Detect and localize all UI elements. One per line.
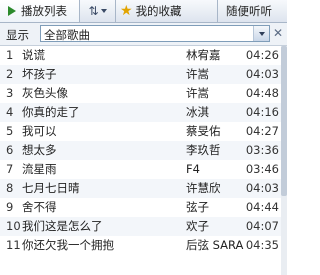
song-duration: 04:44	[245, 200, 279, 214]
song-title: 舍不得	[22, 200, 57, 214]
song-list: 1 说谎 林宥嘉 04:26 2 坏孩子 许嵩 04:03 3 灰色头像 许嵩 04:48 4 你真的走了…	[0, 46, 281, 275]
song-artist: 许慧欣	[186, 181, 221, 195]
song-artist: 欢子	[186, 219, 209, 233]
song-artist: 许嵩	[186, 67, 209, 81]
song-title: 你还欠我一个拥抱	[22, 238, 114, 252]
song-row[interactable]: 1 说谎 林宥嘉 04:26	[0, 46, 281, 65]
song-number: 4	[6, 105, 14, 119]
song-duration: 03:46	[245, 162, 279, 176]
chevron-down-icon	[100, 9, 107, 13]
song-artist: 弦子	[186, 200, 209, 214]
song-row[interactable]: 11 你还欠我一个拥抱 后弦 SARA 04:35	[0, 236, 281, 255]
filter-label: 显示	[6, 28, 29, 42]
song-title: 七月七日晴	[22, 181, 80, 195]
filter-bar: 显示 全部歌曲 ✕	[0, 23, 287, 46]
scrollbar-thumb[interactable]	[281, 46, 287, 196]
song-artist: 后弦 SARA	[186, 238, 244, 252]
tab-bar: 播放列表 ⇅ ★ 我的收藏 随便听听	[0, 0, 287, 23]
song-title: 我们这是怎么了	[22, 219, 103, 233]
tab-playlist[interactable]: 播放列表	[0, 0, 80, 22]
dropdown-button[interactable]	[253, 26, 269, 41]
sort-icon: ⇅	[88, 4, 98, 18]
song-title: 你真的走了	[22, 105, 80, 119]
song-title: 我可以	[22, 124, 57, 138]
song-title: 说谎	[22, 48, 45, 62]
song-number: 9	[6, 200, 14, 214]
filter-selected-value: 全部歌曲	[44, 28, 90, 42]
scrollbar[interactable]	[281, 46, 287, 275]
song-artist: F4	[186, 162, 200, 176]
chevron-down-icon	[258, 31, 265, 36]
song-duration: 04:35	[245, 238, 279, 252]
star-icon: ★	[120, 3, 133, 19]
close-icon[interactable]: ✕	[273, 26, 283, 40]
song-artist: 李玖哲	[186, 143, 221, 157]
tab-favorites[interactable]: ★ 我的收藏	[116, 0, 218, 22]
song-artist: 许嵩	[186, 86, 209, 100]
song-duration: 04:27	[245, 124, 279, 138]
song-number: 3	[6, 86, 14, 100]
song-number: 8	[6, 181, 14, 195]
song-number: 6	[6, 143, 14, 157]
song-title: 坏孩子	[22, 67, 57, 81]
song-duration: 03:36	[245, 143, 279, 157]
tab-random-listen[interactable]: 随便听听	[218, 0, 287, 22]
song-row[interactable]: 8 七月七日晴 许慧欣 04:03	[0, 179, 281, 198]
song-row[interactable]: 4 你真的走了 冰淇 04:16	[0, 103, 281, 122]
song-duration: 04:26	[245, 48, 279, 62]
filter-dropdown[interactable]: 全部歌曲	[40, 25, 270, 42]
song-row[interactable]: 6 想太多 李玖哲 03:36	[0, 141, 281, 160]
song-title: 灰色头像	[22, 86, 68, 100]
tab-favorites-label: 我的收藏	[135, 4, 182, 18]
song-artist: 冰淇	[186, 105, 209, 119]
song-artist: 林宥嘉	[186, 48, 221, 62]
play-icon	[8, 6, 16, 16]
song-row[interactable]: 5 我可以 蔡旻佑 04:27	[0, 122, 281, 141]
song-duration: 04:16	[245, 105, 279, 119]
song-title: 流星雨	[22, 162, 57, 176]
song-artist: 蔡旻佑	[186, 124, 221, 138]
song-duration: 04:48	[245, 86, 279, 100]
sort-menu-button[interactable]: ⇅	[80, 0, 116, 22]
song-number: 1	[6, 48, 14, 62]
song-number: 11	[6, 238, 20, 252]
song-row[interactable]: 3 灰色头像 许嵩 04:48	[0, 84, 281, 103]
song-row[interactable]: 2 坏孩子 许嵩 04:03	[0, 65, 281, 84]
tab-random-label: 随便听听	[226, 4, 272, 18]
song-number: 7	[6, 162, 14, 176]
song-row[interactable]: 7 流星雨 F4 03:46	[0, 160, 281, 179]
song-number: 10	[6, 219, 20, 233]
song-duration: 04:03	[245, 67, 279, 81]
song-number: 5	[6, 124, 14, 138]
song-row[interactable]: 9 舍不得 弦子 04:44	[0, 198, 281, 217]
song-duration: 04:07	[245, 219, 279, 233]
song-row[interactable]: 10 我们这是怎么了 欢子 04:07	[0, 217, 281, 236]
song-duration: 04:03	[245, 181, 279, 195]
song-title: 想太多	[22, 143, 57, 157]
song-number: 2	[6, 67, 14, 81]
tab-playlist-label: 播放列表	[21, 4, 67, 18]
